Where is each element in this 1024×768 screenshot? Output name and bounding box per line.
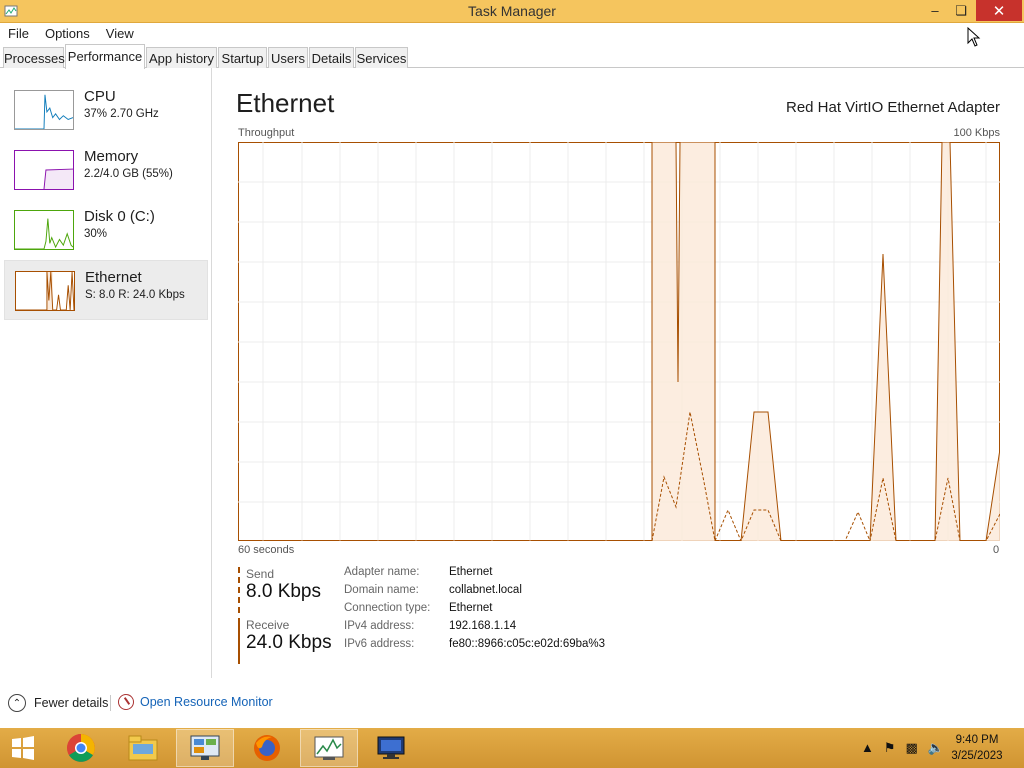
graph-right-label: 0: [993, 544, 1000, 556]
clock-time: 9:40 PM: [955, 734, 999, 746]
sidebar-item-disk[interactable]: Disk 0 (C:) 30%: [4, 200, 208, 260]
send-legend-bar: [238, 567, 240, 613]
footer-bar: ⌃ Fewer details Open Resource Monitor: [0, 690, 1024, 718]
restore-button[interactable]: ❏: [948, 0, 974, 21]
open-resource-monitor-link[interactable]: Open Resource Monitor: [118, 694, 273, 710]
chevron-up-icon: ⌃: [8, 694, 26, 712]
close-button[interactable]: ✕: [976, 0, 1022, 21]
property-row: Adapter name: Ethernet: [344, 566, 644, 584]
graph-max-label: 100 Kbps: [953, 127, 1000, 139]
receive-label: Receive: [246, 618, 290, 632]
start-button[interactable]: [0, 729, 46, 767]
menu-file[interactable]: File: [0, 23, 37, 44]
sidebar-item-ethernet[interactable]: Ethernet S: 8.0 R: 24.0 Kbps: [4, 260, 208, 320]
send-stat: Send 8.0 Kbps: [238, 567, 338, 613]
menu-bar: File Options View: [0, 23, 1024, 44]
taskbar-firefox[interactable]: [238, 729, 296, 767]
ethernet-sparkline: [15, 271, 75, 311]
resource-sidebar: CPU 37% 2.70 GHz Memory 2.2/4.0 GB (55%)…: [0, 68, 212, 678]
property-row: IPv6 address: fe80::8966:c05c:e02d:69ba%…: [344, 638, 644, 656]
sidebar-item-memory[interactable]: Memory 2.2/4.0 GB (55%): [4, 140, 208, 200]
cpu-sparkline: [14, 90, 74, 130]
start-icon: [12, 736, 34, 760]
taskbar-remote-desktop[interactable]: [362, 729, 420, 767]
tab-startup[interactable]: Startup: [218, 47, 267, 68]
sidebar-label: CPU: [84, 88, 116, 105]
receive-stat: Receive 24.0 Kbps: [238, 618, 338, 664]
taskbar-clock[interactable]: 9:40 PM 3/25/2023: [942, 732, 1012, 764]
adapter-properties: Adapter name: Ethernet Domain name: coll…: [344, 566, 644, 656]
sidebar-label: Ethernet: [85, 269, 142, 286]
taskbar-task-manager[interactable]: [300, 729, 358, 767]
system-tray: ▲ ⚑ ▩ 🔈: [861, 740, 944, 756]
mouse-cursor-icon: [967, 27, 981, 47]
graph-left-label: 60 seconds: [238, 544, 295, 556]
receive-legend-bar: [238, 618, 240, 664]
network-icon[interactable]: ▩: [906, 740, 918, 756]
sidebar-label: Disk 0 (C:): [84, 208, 155, 225]
send-label: Send: [246, 567, 275, 581]
property-value: fe80::8966:c05c:e02d:69ba%3: [449, 638, 606, 650]
property-value: collabnet.local: [449, 584, 522, 596]
task-manager-icon: [314, 736, 344, 760]
property-key: Connection type:: [344, 602, 431, 614]
taskbar-file-explorer[interactable]: [114, 729, 172, 767]
property-value: Ethernet: [449, 566, 493, 578]
tab-processes[interactable]: Processes: [3, 47, 65, 68]
fewer-details-button[interactable]: ⌃ Fewer details: [8, 694, 108, 712]
memory-sparkline: [14, 150, 74, 190]
footer-separator: [110, 695, 111, 711]
show-hidden-icons-icon[interactable]: ▲: [861, 740, 874, 756]
tab-services[interactable]: Services: [355, 47, 408, 68]
sidebar-sublabel: 2.2/4.0 GB (55%): [84, 168, 173, 180]
tab-strip: Processes Performance App history Startu…: [0, 44, 1024, 69]
action-center-flag-icon[interactable]: ⚑: [884, 740, 896, 756]
sidebar-label: Memory: [84, 148, 139, 165]
property-value: Ethernet: [449, 602, 493, 614]
property-row: Domain name: collabnet.local: [344, 584, 644, 602]
menu-view[interactable]: View: [98, 23, 142, 44]
taskbar-chrome[interactable]: [52, 729, 110, 767]
open-resource-monitor-label: Open Resource Monitor: [140, 695, 273, 709]
minimize-button[interactable]: –: [922, 0, 948, 21]
window-title: Task Manager: [468, 3, 556, 19]
sidebar-sublabel: S: 8.0 R: 24.0 Kbps: [85, 289, 185, 301]
chrome-icon: [67, 734, 95, 762]
taskbar-control-panel[interactable]: [176, 729, 234, 767]
firefox-icon: [254, 735, 280, 761]
resource-monitor-icon: [118, 694, 134, 710]
property-key: IPv6 address:: [344, 638, 415, 650]
throughput-graph: [238, 142, 1000, 541]
clock-date: 3/25/2023: [951, 750, 1003, 762]
page-title: Ethernet: [236, 88, 335, 118]
menu-options[interactable]: Options: [37, 23, 98, 44]
tab-performance[interactable]: Performance: [65, 44, 145, 69]
taskbar: ▲ ⚑ ▩ 🔈 9:40 PM 3/25/2023: [0, 728, 1024, 768]
tab-details[interactable]: Details: [309, 47, 354, 68]
adapter-description: Red Hat VirtIO Ethernet Adapter: [785, 99, 1000, 116]
fewer-details-label: Fewer details: [34, 696, 109, 710]
tab-users[interactable]: Users: [268, 47, 308, 68]
tab-app-history[interactable]: App history: [146, 47, 217, 68]
file-explorer-icon: [128, 735, 158, 761]
receive-value: 24.0 Kbps: [246, 632, 332, 653]
property-key: Adapter name:: [344, 566, 420, 578]
property-row: Connection type: Ethernet: [344, 602, 644, 620]
property-key: IPv4 address:: [344, 620, 415, 632]
remote-desktop-icon: [377, 736, 405, 759]
graph-label: Throughput: [238, 127, 295, 139]
send-value: 8.0 Kbps: [246, 581, 321, 602]
property-row: IPv4 address: 192.168.1.14: [344, 620, 644, 638]
control-panel-icon: [190, 735, 220, 760]
property-value: 192.168.1.14: [449, 620, 517, 632]
property-key: Domain name:: [344, 584, 419, 596]
sidebar-item-cpu[interactable]: CPU 37% 2.70 GHz: [4, 80, 208, 140]
sidebar-sublabel: 30%: [84, 228, 108, 240]
disk-sparkline: [14, 210, 74, 250]
sidebar-sublabel: 37% 2.70 GHz: [84, 108, 159, 120]
title-bar: Task Manager – ❏ ✕: [0, 0, 1024, 23]
